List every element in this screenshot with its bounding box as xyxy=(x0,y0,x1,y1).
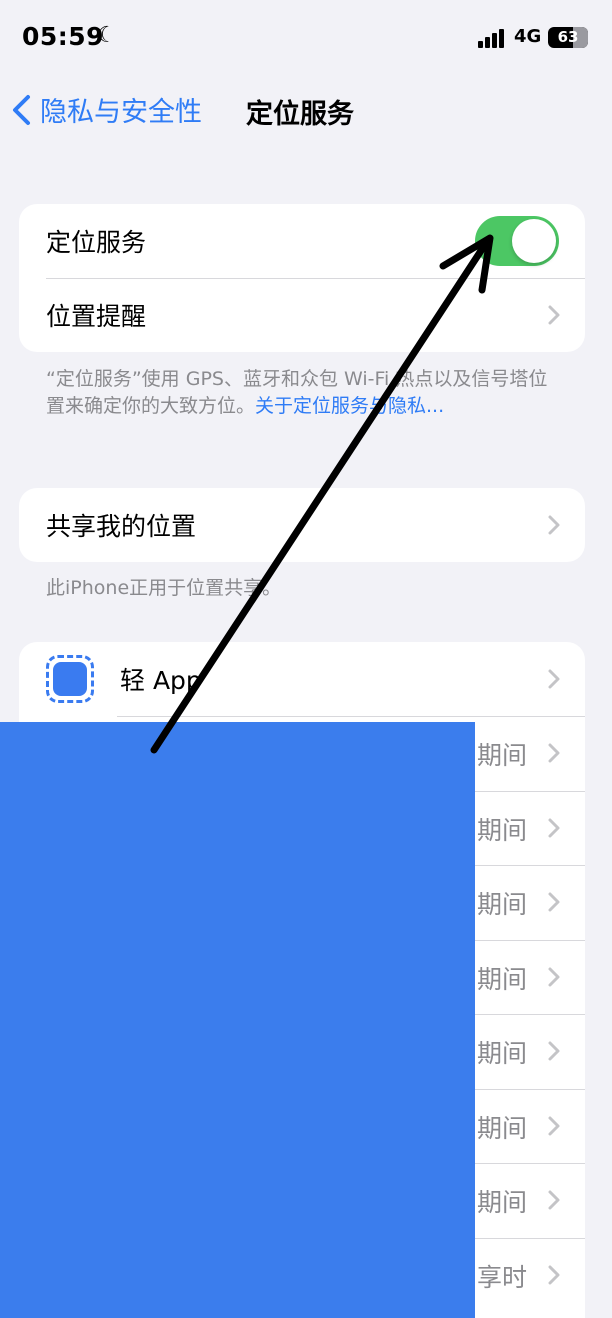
share-footnote: 此iPhone正用于位置共享。 xyxy=(46,577,282,599)
share-location-label: 共享我的位置 xyxy=(46,512,197,541)
moon-icon: ☾ xyxy=(97,23,117,48)
app-permission-value: 期间 xyxy=(476,964,527,994)
app-permission-value: 期间 xyxy=(476,1188,527,1217)
chevron-right-icon xyxy=(548,967,560,986)
app-name: 轻 App xyxy=(120,666,202,695)
location-services-label: 定位服务 xyxy=(46,228,147,257)
chevron-right-icon xyxy=(548,669,560,689)
app-row-light-app[interactable]: 轻 App xyxy=(19,642,585,716)
chevron-right-icon xyxy=(548,1041,560,1061)
app-permission-value: 期间 xyxy=(476,741,527,770)
share-location-row[interactable]: 共享我的位置 xyxy=(19,488,585,562)
network-type: 4G xyxy=(514,26,542,47)
chevron-right-icon xyxy=(548,1116,560,1135)
chevron-right-icon xyxy=(548,305,560,325)
location-services-toggle[interactable] xyxy=(475,216,559,266)
location-settings-group: 定位服务 位置提醒 xyxy=(19,204,585,352)
location-footnote: “定位服务”使用 GPS、蓝牙和众包 Wi-Fi 热点以及信号塔位置来确定你的大… xyxy=(46,366,566,420)
app-permission-value: 享时 xyxy=(476,1262,527,1292)
chevron-left-icon xyxy=(13,94,30,125)
page-title: 定位服务 xyxy=(246,99,354,130)
app-icon xyxy=(46,655,94,703)
back-button[interactable]: 隐私与安全性 xyxy=(8,90,202,129)
chevron-right-icon xyxy=(548,743,560,763)
chevron-right-icon xyxy=(548,1190,560,1210)
redaction-overlay xyxy=(0,722,475,1318)
location-alerts-label: 位置提醒 xyxy=(46,302,147,331)
app-permission-value: 期间 xyxy=(476,890,527,919)
chevron-right-icon xyxy=(548,515,560,535)
toggle-knob xyxy=(512,219,556,263)
chevron-right-icon xyxy=(548,892,560,912)
app-permission-value: 期间 xyxy=(476,1113,527,1143)
chevron-right-icon xyxy=(548,1265,560,1284)
back-label: 隐私与安全性 xyxy=(40,97,202,128)
status-time: 05:59 xyxy=(22,22,105,51)
navigation-bar: 隐私与安全性 定位服务 xyxy=(0,78,612,140)
signal-icon xyxy=(478,28,506,48)
location-alerts-row[interactable]: 位置提醒 xyxy=(19,278,585,352)
privacy-link[interactable]: 关于定位服务与隐私... xyxy=(255,395,444,417)
chevron-right-icon xyxy=(548,818,560,837)
app-permission-value: 期间 xyxy=(476,815,527,845)
battery-icon: 63 xyxy=(548,27,588,48)
battery-level: 63 xyxy=(557,28,579,46)
share-location-group: 共享我的位置 xyxy=(19,488,585,562)
app-permission-value: 期间 xyxy=(476,1039,527,1068)
location-services-row: 定位服务 xyxy=(19,204,585,278)
status-bar: 05:59 ☾ 4G 63 xyxy=(0,0,612,76)
